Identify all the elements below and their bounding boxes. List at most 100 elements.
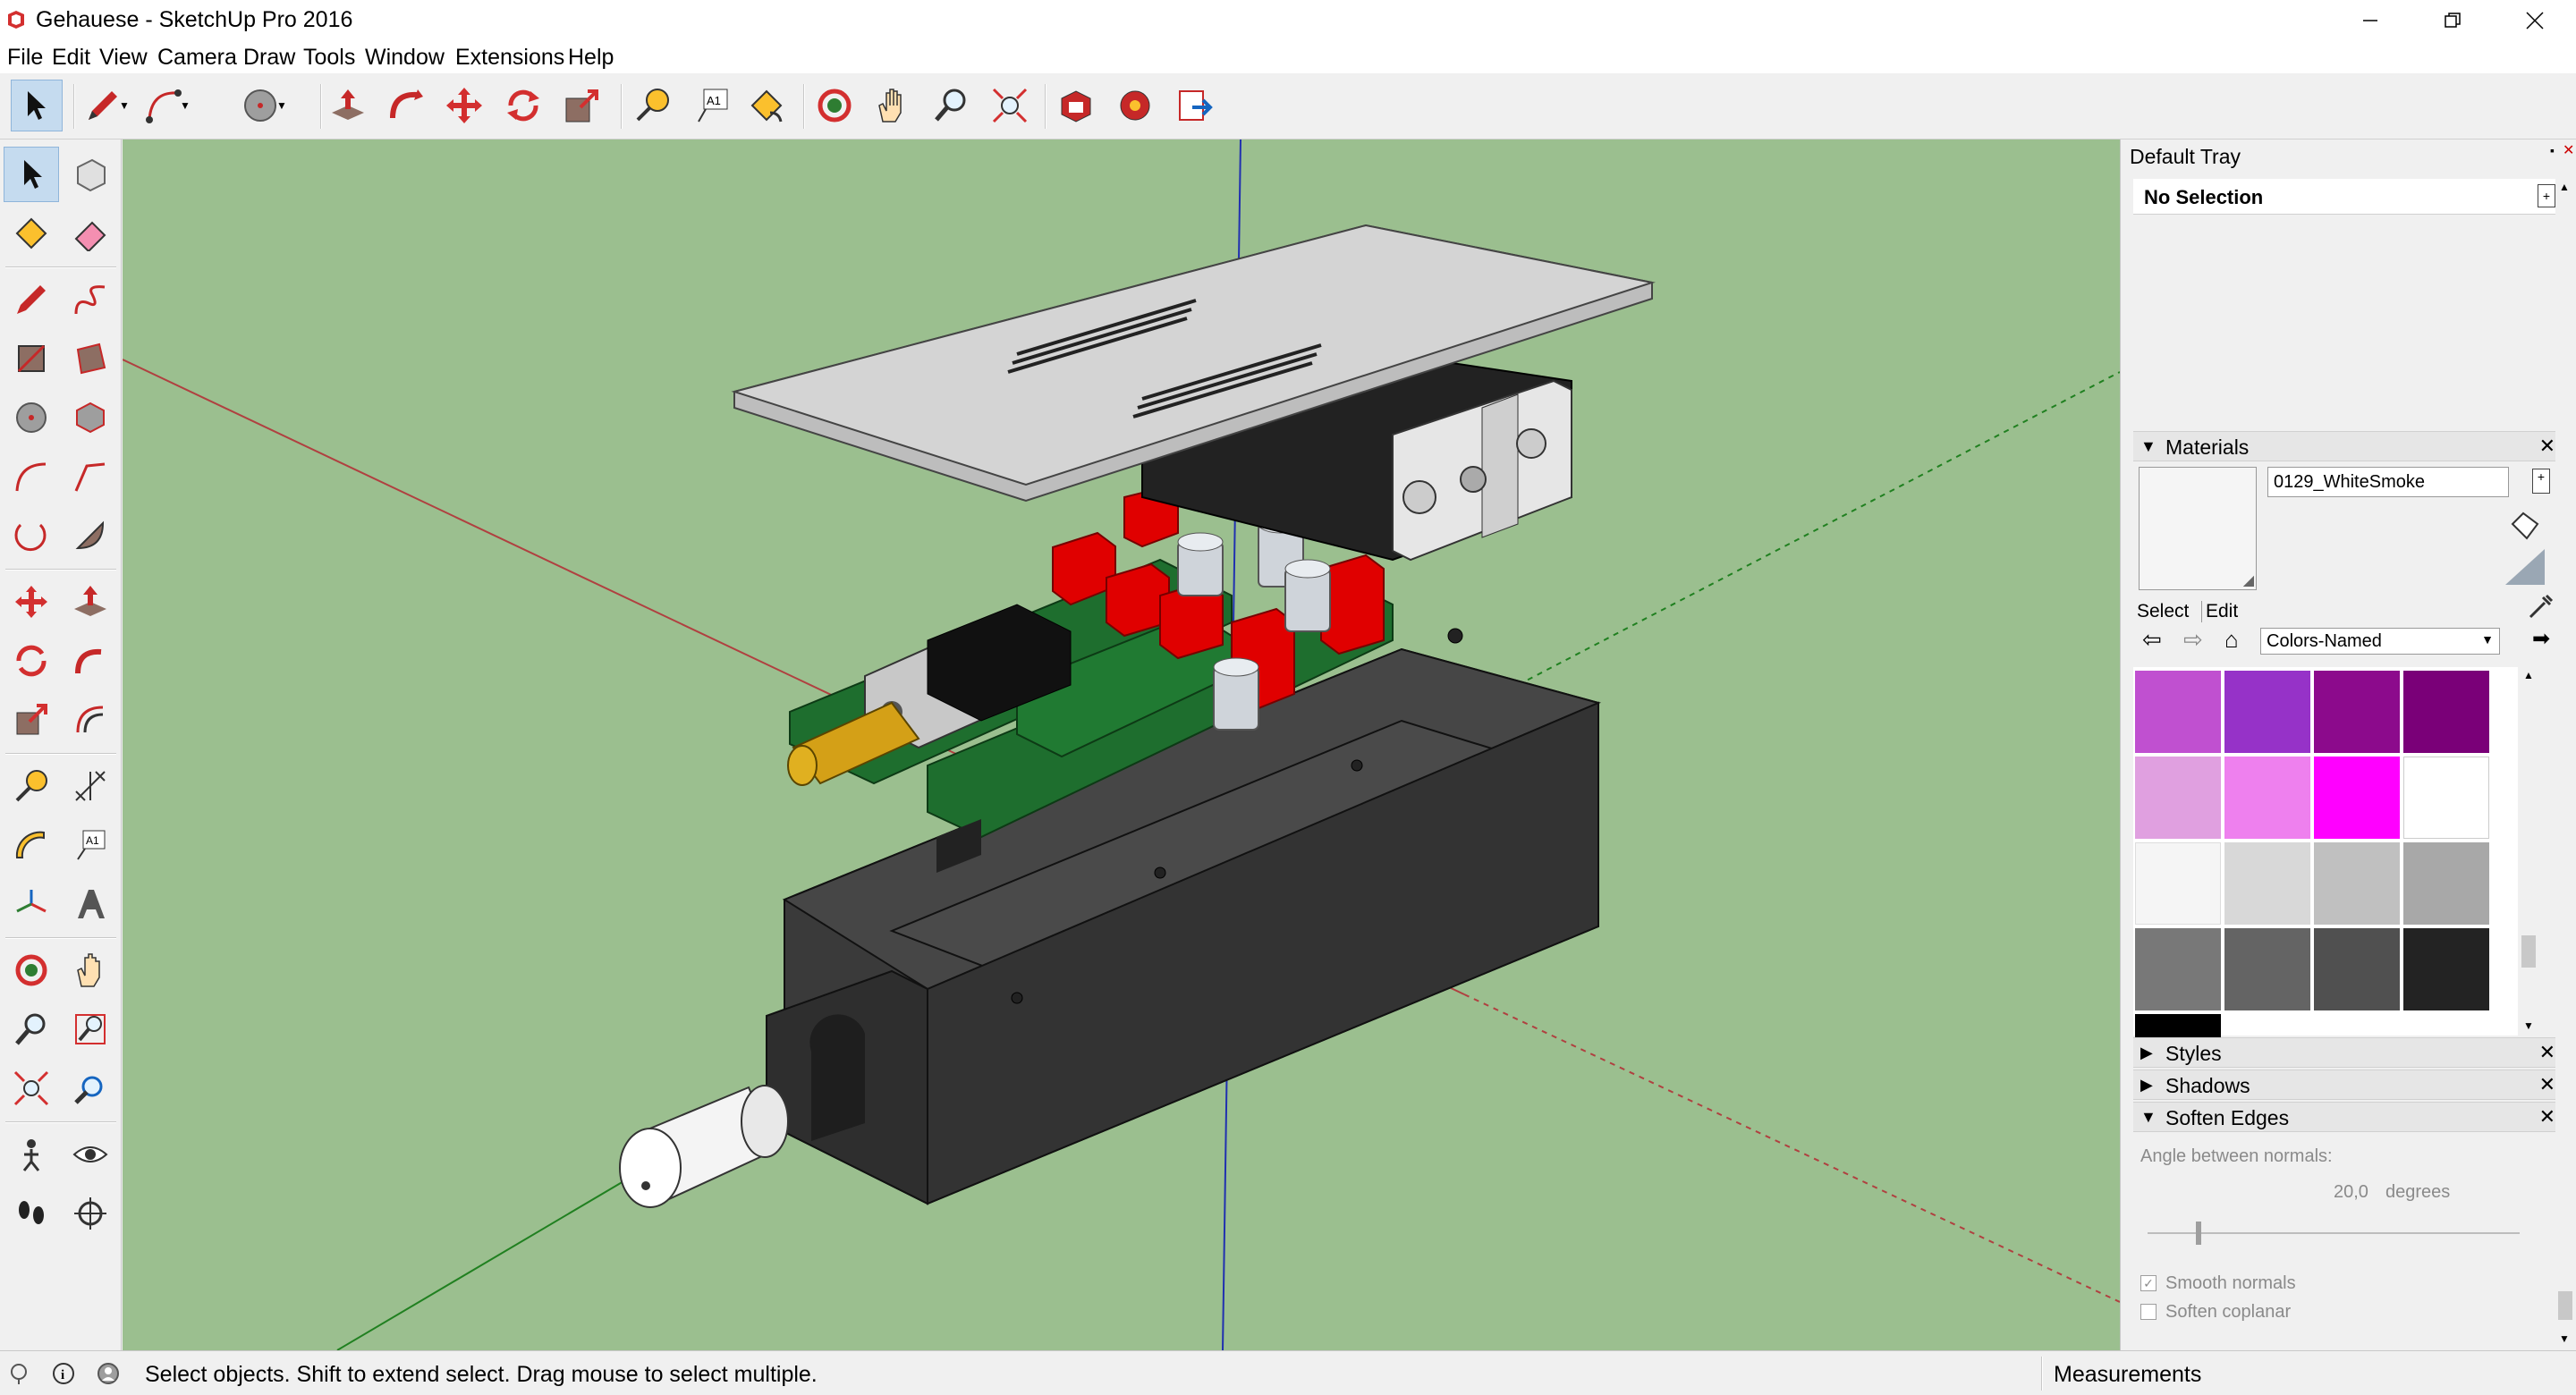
cylinder-part[interactable] [619,1085,789,1208]
paint-bucket-button[interactable] [4,206,59,261]
material-swatch[interactable] [2403,671,2489,753]
walk-tool-button[interactable] [4,1186,59,1241]
send-to-layout-button[interactable] [1168,80,1220,131]
menu-file[interactable]: File [7,45,43,71]
swatch-scrollbar[interactable]: ▲ ▼ [2518,667,2539,1036]
line-tool-button[interactable] [4,272,59,327]
material-swatch[interactable] [2314,842,2400,925]
material-swatch[interactable] [2314,671,2400,753]
menu-view[interactable]: View [99,45,148,71]
menu-window[interactable]: Window [365,45,445,71]
text-tool-button[interactable]: A1 [685,80,737,131]
zoom-window-button[interactable] [63,1002,118,1057]
offset-tool-button[interactable] [63,692,118,748]
dimension-button[interactable] [63,758,118,814]
smooth-normals-checkbox[interactable]: ✓ [2140,1275,2157,1291]
section-plane-button[interactable] [63,1186,118,1241]
scale-tool-button[interactable] [556,80,608,131]
arc-tool-button[interactable] [4,449,59,504]
text-tool-button[interactable]: A1 [63,817,118,873]
material-swatch[interactable] [2403,842,2489,925]
pan-tool-button[interactable] [63,943,118,998]
zoom-extents-button[interactable] [4,1061,59,1116]
3d-warehouse-button[interactable] [1050,80,1102,131]
material-swatch[interactable] [2135,757,2221,839]
modeling-viewport[interactable] [123,140,2120,1350]
close-panel-icon[interactable]: ✕ [2539,1105,2555,1129]
angle-slider-thumb[interactable] [2196,1222,2201,1245]
forward-arrow-icon[interactable]: ⇨ [2183,626,2203,654]
menu-help[interactable]: Help [568,45,614,71]
pie-tool-button[interactable] [63,508,118,563]
rotate-tool-button[interactable] [4,633,59,689]
zoom-tool-button[interactable] [4,1002,59,1057]
pencil-tool-button[interactable]: ▼ [80,80,132,131]
push-pull-tool-button[interactable] [322,80,374,131]
scroll-down-icon[interactable]: ▼ [2523,1019,2534,1032]
scroll-up-icon[interactable]: ▲ [2559,181,2570,193]
restore-button[interactable] [2411,0,2494,41]
select-tool-button[interactable] [11,80,63,131]
move-tool-button[interactable] [4,574,59,630]
library-dropdown[interactable]: Colors-Named ▼ [2260,628,2500,655]
menu-draw[interactable]: Draw [243,45,295,71]
extension-warehouse-button[interactable] [1109,80,1161,131]
details-toggle-icon[interactable]: + [2538,184,2555,207]
material-swatch[interactable] [2135,928,2221,1010]
material-swatch[interactable] [2224,671,2310,753]
orbit-tool-button[interactable] [4,943,59,998]
eraser-button[interactable] [63,206,118,261]
material-swatch[interactable] [2135,671,2221,753]
freehand-tool-button[interactable] [63,272,118,327]
scroll-down-icon[interactable]: ▼ [2559,1332,2570,1345]
polygon-tool-button[interactable] [63,390,118,445]
material-swatch[interactable] [2224,842,2310,925]
previous-view-button[interactable] [63,1061,118,1116]
material-swatch[interactable] [2403,928,2489,1010]
tape-measure-button[interactable] [4,758,59,814]
close-panel-icon[interactable]: ✕ [2539,1041,2555,1064]
make-component-button[interactable] [63,147,118,202]
menu-tools[interactable]: Tools [303,45,355,71]
soften-coplanar-checkbox[interactable] [2140,1304,2157,1320]
two-point-arc-button[interactable] [63,449,118,504]
create-material-icon[interactable]: + [2532,469,2550,494]
close-panel-icon[interactable]: ✕ [2539,1073,2555,1096]
material-swatch[interactable] [2224,757,2310,839]
menu-camera[interactable]: Camera [157,45,237,71]
look-around-button[interactable] [63,1127,118,1182]
styles-panel-header[interactable]: ▶ Styles ✕ [2133,1037,2563,1068]
menu-edit[interactable]: Edit [52,45,90,71]
material-swatch[interactable] [2314,757,2400,839]
circle-tool-button[interactable]: ▼ [238,80,290,131]
follow-me-tool-button[interactable] [379,80,431,131]
user-account-icon[interactable] [97,1362,120,1385]
tab-select[interactable]: Select [2137,601,2189,622]
pan-tool-button[interactable] [866,80,918,131]
protractor-button[interactable] [4,817,59,873]
rectangle-tool-button[interactable] [4,331,59,386]
scrollbar-thumb[interactable] [2521,935,2536,968]
push-pull-button[interactable] [63,574,118,630]
three-point-arc-button[interactable] [4,508,59,563]
material-swatch[interactable] [2135,842,2221,925]
material-name-field[interactable]: 0129_WhiteSmoke [2267,467,2509,497]
rotate-tool-button[interactable] [497,80,549,131]
close-panel-icon[interactable]: ✕ [2539,435,2555,458]
materials-panel-header[interactable]: ▼ Materials ✕ [2133,431,2563,461]
orbit-tool-button[interactable] [809,80,860,131]
geolocation-icon[interactable] [7,1362,30,1385]
shadows-panel-header[interactable]: ▶ Shadows ✕ [2133,1070,2563,1100]
measurements-input[interactable] [2218,1357,2567,1391]
axes-tool-button[interactable] [4,876,59,932]
circle-tool-button[interactable] [4,390,59,445]
credits-info-icon[interactable]: i [52,1362,75,1385]
angle-slider-track[interactable] [2148,1232,2520,1234]
model-scene[interactable] [123,140,2120,1350]
paint-bucket-default-icon[interactable] [2507,508,2543,544]
zoom-tool-button[interactable] [925,80,977,131]
position-camera-button[interactable] [4,1127,59,1182]
paint-bucket-tool-button[interactable] [741,80,792,131]
tray-scrollbar[interactable]: ▲ ▼ [2555,179,2575,1350]
3d-text-button[interactable] [63,876,118,932]
